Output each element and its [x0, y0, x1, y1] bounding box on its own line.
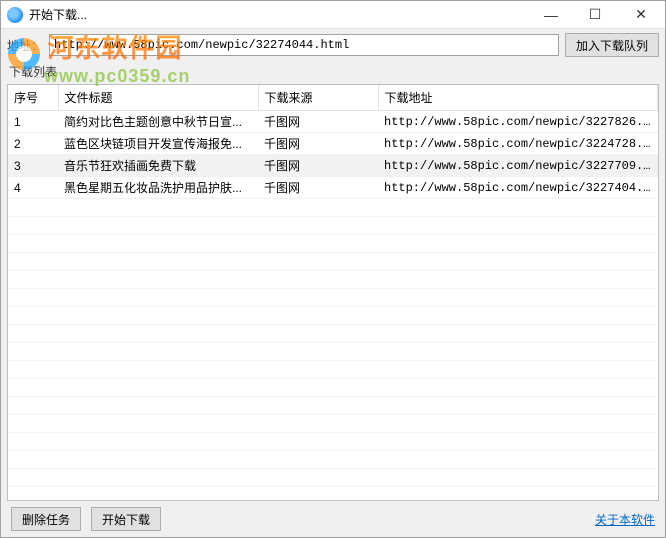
table-row-empty [8, 271, 658, 289]
maximize-button[interactable]: ☐ [573, 1, 617, 28]
table-row-empty [8, 487, 658, 502]
table-row[interactable]: 3 音乐节狂欢插画免费下载 千图网 http://www.58pic.com/n… [8, 155, 658, 177]
table-row-empty [8, 343, 658, 361]
address-input[interactable] [49, 34, 559, 56]
table-row-empty [8, 379, 658, 397]
table-row-empty [8, 217, 658, 235]
table-row-empty [8, 451, 658, 469]
minimize-button[interactable]: — [529, 1, 573, 28]
start-download-button[interactable]: 开始下载 [91, 507, 161, 531]
cell-url: http://www.58pic.com/newpic/3227709... [378, 155, 658, 177]
download-table: 序号 文件标题 下载来源 下载地址 1 简约对比色主题创意中秋节日宣... 千图… [8, 85, 658, 501]
download-table-container: 序号 文件标题 下载来源 下载地址 1 简约对比色主题创意中秋节日宣... 千图… [7, 84, 659, 501]
add-queue-button[interactable]: 加入下载队列 [565, 33, 659, 57]
bottom-bar: 删除任务 开始下载 关于本软件 [1, 501, 665, 537]
delete-task-button[interactable]: 删除任务 [11, 507, 81, 531]
cell-seq: 1 [8, 111, 58, 133]
col-url-header[interactable]: 下载地址 [378, 85, 658, 111]
table-row[interactable]: 4 黑色星期五化妆品洗护用品护肤... 千图网 http://www.58pic… [8, 177, 658, 199]
col-source-header[interactable]: 下载来源 [258, 85, 378, 111]
table-row[interactable]: 2 蓝色区块链项目开发宣传海报免... 千图网 http://www.58pic… [8, 133, 658, 155]
app-window: 开始下载... — ☐ ✕ 地址： 加入下载队列 下载列表 序号 文件标题 下载… [0, 0, 666, 538]
cell-source: 千图网 [258, 133, 378, 155]
about-link[interactable]: 关于本软件 [595, 511, 655, 528]
close-button[interactable]: ✕ [617, 1, 665, 28]
cell-title: 黑色星期五化妆品洗护用品护肤... [58, 177, 258, 199]
table-header-row: 序号 文件标题 下载来源 下载地址 [8, 85, 658, 111]
table-row-empty [8, 307, 658, 325]
address-row: 地址： 加入下载队列 [1, 29, 665, 61]
cell-title: 音乐节狂欢插画免费下载 [58, 155, 258, 177]
cell-seq: 3 [8, 155, 58, 177]
table-row-empty [8, 433, 658, 451]
table-row-empty [8, 469, 658, 487]
table-row-empty [8, 397, 658, 415]
app-icon [7, 7, 23, 23]
table-row-empty [8, 199, 658, 217]
cell-source: 千图网 [258, 155, 378, 177]
table-row-empty [8, 361, 658, 379]
col-title-header[interactable]: 文件标题 [58, 85, 258, 111]
table-row-empty [8, 289, 658, 307]
list-section-label: 下载列表 [1, 61, 665, 84]
cell-seq: 2 [8, 133, 58, 155]
col-seq-header[interactable]: 序号 [8, 85, 58, 111]
cell-seq: 4 [8, 177, 58, 199]
table-row-empty [8, 235, 658, 253]
cell-source: 千图网 [258, 111, 378, 133]
table-row-empty [8, 325, 658, 343]
table-row-empty [8, 253, 658, 271]
table-row-empty [8, 415, 658, 433]
titlebar: 开始下载... — ☐ ✕ [1, 1, 665, 29]
address-label: 地址： [7, 37, 43, 54]
cell-source: 千图网 [258, 177, 378, 199]
cell-title: 蓝色区块链项目开发宣传海报免... [58, 133, 258, 155]
cell-url: http://www.58pic.com/newpic/3224728... [378, 133, 658, 155]
cell-url: http://www.58pic.com/newpic/3227826... [378, 111, 658, 133]
table-row[interactable]: 1 简约对比色主题创意中秋节日宣... 千图网 http://www.58pic… [8, 111, 658, 133]
window-title: 开始下载... [29, 6, 529, 23]
window-controls: — ☐ ✕ [529, 1, 665, 28]
cell-url: http://www.58pic.com/newpic/3227404... [378, 177, 658, 199]
cell-title: 简约对比色主题创意中秋节日宣... [58, 111, 258, 133]
